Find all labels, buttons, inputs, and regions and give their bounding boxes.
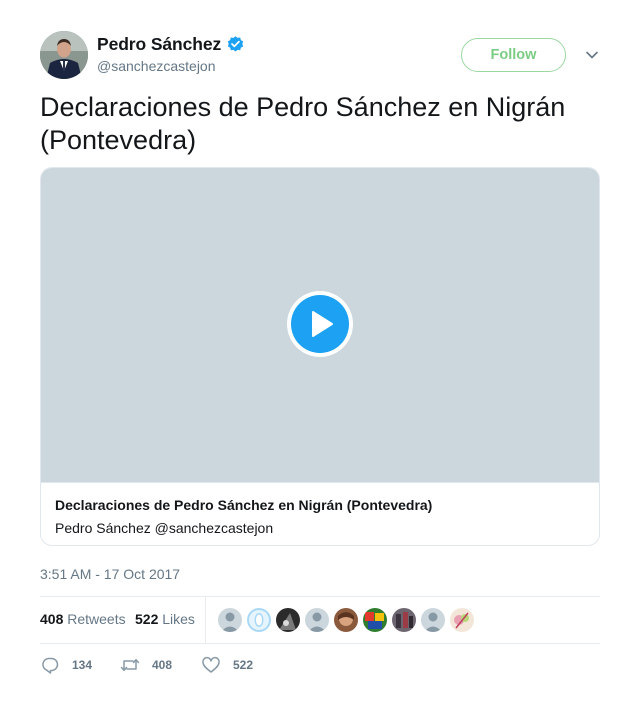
like-button[interactable]: 522 xyxy=(201,655,253,675)
author-names: Pedro Sánchez @sanchezcastejon xyxy=(97,33,245,74)
liker-avatar[interactable] xyxy=(334,608,358,632)
author-display-name[interactable]: Pedro Sánchez xyxy=(97,34,221,55)
likes-stat-count: 522 xyxy=(135,611,159,627)
heart-icon xyxy=(201,655,221,675)
tweet-text: Declaraciones de Pedro Sánchez en Nigrán… xyxy=(40,92,566,155)
reply-icon xyxy=(40,655,60,675)
author-avatar[interactable] xyxy=(40,31,88,79)
likes-stat-label: Likes xyxy=(162,611,195,627)
chevron-down-icon[interactable] xyxy=(585,48,599,62)
retweet-count: 408 xyxy=(152,658,173,672)
follow-button[interactable]: Follow xyxy=(461,38,566,72)
liker-avatar[interactable] xyxy=(392,608,416,632)
retweet-button[interactable]: 408 xyxy=(120,655,172,675)
divider xyxy=(40,643,600,644)
tweet-header: Pedro Sánchez @sanchezcastejon Follow xyxy=(40,31,600,81)
retweet-icon xyxy=(120,655,140,675)
video-player[interactable] xyxy=(41,168,599,483)
reply-count: 134 xyxy=(72,658,93,672)
author-handle[interactable]: @sanchezcastejon xyxy=(97,58,245,74)
card-subtitle: Pedro Sánchez @sanchezcastejon xyxy=(55,520,274,536)
play-icon xyxy=(291,295,349,353)
play-button[interactable] xyxy=(287,291,353,357)
likes-stat[interactable]: 522 Likes xyxy=(135,611,195,627)
liker-avatar[interactable] xyxy=(421,608,445,632)
video-card[interactable]: Declaraciones de Pedro Sánchez en Nigrán… xyxy=(40,167,600,546)
liker-avatar[interactable] xyxy=(363,608,387,632)
like-count: 522 xyxy=(233,658,254,672)
liker-avatar[interactable] xyxy=(450,608,474,632)
retweets-stat-count: 408 xyxy=(40,611,64,627)
stats-divider xyxy=(205,597,206,643)
liker-avatar[interactable] xyxy=(305,608,329,632)
retweets-stat-label: Retweets xyxy=(67,611,126,627)
liker-avatar[interactable] xyxy=(218,608,242,632)
liker-avatar[interactable] xyxy=(276,608,300,632)
reply-button[interactable]: 134 xyxy=(40,655,92,675)
verified-badge-icon xyxy=(226,35,245,54)
card-title: Declaraciones de Pedro Sánchez en Nigrán… xyxy=(55,497,433,513)
liker-avatar[interactable] xyxy=(247,608,271,632)
tweet-stats: 408 Retweets 522 Likes xyxy=(40,597,600,643)
tweet-actions: 134 408 522 xyxy=(40,652,600,678)
tweet-timestamp[interactable]: 3:51 AM - 17 Oct 2017 xyxy=(40,566,180,582)
card-body: Declaraciones de Pedro Sánchez en Nigrán… xyxy=(55,496,585,537)
retweets-stat[interactable]: 408 Retweets xyxy=(40,611,126,627)
